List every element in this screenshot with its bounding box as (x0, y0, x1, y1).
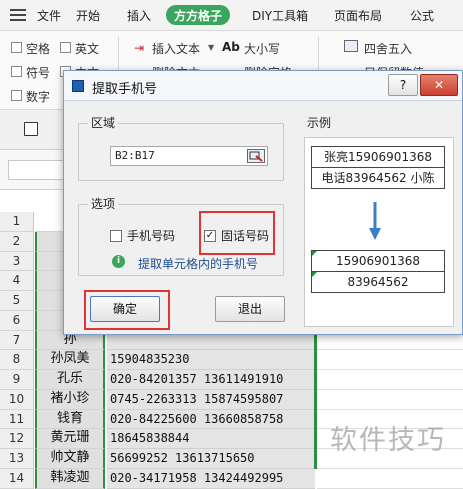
checkbox-number-label: 数字 (26, 90, 51, 104)
checkbox-number[interactable] (11, 90, 22, 101)
checkbox-space-label: 空格 (26, 42, 51, 56)
example-input-1: 张亮15906901368 (311, 146, 445, 168)
checkbox-english[interactable] (60, 42, 71, 53)
down-arrow-icon (367, 200, 383, 244)
tab-home[interactable]: 开始 (76, 7, 100, 24)
insert-text-icon: ⇥ (134, 41, 145, 55)
phone-cell[interactable]: 020-34171958 13424492995 (107, 468, 315, 489)
info-text: 提取单元格内的手机号 (138, 257, 259, 271)
watermark: 软件技巧 (330, 425, 446, 456)
cell-marker-icon (312, 251, 317, 256)
info-icon: i (112, 255, 125, 268)
row-header[interactable]: 14 (0, 468, 34, 489)
row-header[interactable]: 6 (0, 310, 34, 331)
example-input-2: 电话83964562 小陈 (311, 167, 445, 189)
phone-cell[interactable]: 020-84225600 13660858758 (107, 409, 315, 430)
name-cell[interactable]: 孔乐 (35, 370, 105, 390)
phone-cell[interactable]: 0745-2263313 15874595807 (107, 389, 315, 410)
tab-file[interactable]: 文件 (37, 7, 61, 24)
mobile-checkbox[interactable] (110, 230, 122, 242)
row-header[interactable]: 10 (0, 389, 34, 410)
save-icon[interactable] (24, 122, 38, 136)
range-value: B2:B17 (115, 149, 155, 162)
case-icon: Ab (222, 40, 240, 54)
phone-cell[interactable]: 18645838844 (107, 429, 315, 449)
phone-cell[interactable]: 56699252 13613715650 (107, 449, 315, 469)
name-cell[interactable]: 帅文静 (35, 449, 105, 469)
empty-cell[interactable] (317, 390, 463, 410)
tab-page-layout[interactable]: 页面布局 (334, 7, 382, 24)
insert-text-button[interactable]: 插入文本 (152, 40, 200, 57)
close-button[interactable]: ✕ (420, 74, 458, 96)
tab-diy-toolbox[interactable]: DIY工具箱 (252, 7, 308, 24)
checkbox-symbol[interactable] (11, 66, 22, 77)
options-label: 选项 (88, 195, 119, 212)
dropdown-arrow-icon: ▼ (208, 43, 215, 52)
row-header[interactable]: 1 (0, 212, 34, 232)
app-icon (72, 80, 84, 92)
range-select-icon[interactable] (247, 149, 265, 163)
row-header[interactable]: 13 (0, 449, 34, 469)
name-cell[interactable]: 孙凤美 (35, 350, 105, 370)
dialog-titlebar: 提取手机号 ? ✕ (64, 71, 462, 101)
row-header[interactable]: 4 (0, 271, 34, 291)
ribbon-tab-bar: 文件 开始 插入 方方格子 DIY工具箱 页面布局 公式 (0, 0, 463, 31)
tab-insert[interactable]: 插入 (127, 7, 151, 24)
name-cell[interactable]: 韩凌迦 (35, 468, 105, 489)
row-header[interactable]: 5 (0, 291, 34, 311)
exit-button[interactable]: 退出 (215, 296, 285, 322)
empty-cell[interactable] (317, 469, 463, 489)
name-cell[interactable]: 褚小珍 (35, 389, 105, 410)
example-label: 示例 (307, 116, 332, 130)
app-menu-icon[interactable] (10, 9, 26, 21)
region-label: 区域 (88, 114, 119, 131)
row-header[interactable]: 2 (0, 231, 34, 252)
ok-highlight (84, 290, 170, 330)
round-icon (344, 40, 358, 52)
empty-cell[interactable] (317, 370, 463, 390)
phone-cell[interactable]: 15904835230 (107, 350, 315, 370)
mobile-label: 手机号码 (127, 229, 176, 243)
row-header[interactable]: 7 (0, 330, 34, 351)
landline-highlight (199, 211, 275, 255)
cell-marker-icon (312, 272, 317, 277)
name-box[interactable] (8, 160, 68, 180)
row-header[interactable]: 8 (0, 350, 34, 370)
checkbox-english-label: 英文 (75, 42, 100, 56)
example-output-1: 15906901368 (311, 250, 445, 272)
help-button[interactable]: ? (388, 74, 418, 96)
checkbox-symbol-label: 符号 (26, 66, 51, 80)
range-input[interactable]: B2:B17 (110, 146, 268, 166)
phone-cell[interactable]: 020-84201357 13611491910 (107, 370, 315, 390)
case-button[interactable]: 大小写 (244, 40, 280, 57)
round-button[interactable]: 四舍五入 (364, 40, 412, 57)
name-cell[interactable]: 黄元珊 (35, 429, 105, 449)
tab-formulas[interactable]: 公式 (410, 7, 434, 24)
name-cell[interactable]: 钱育 (35, 409, 105, 430)
row-header[interactable]: 9 (0, 370, 34, 390)
tab-fangfang[interactable]: 方方格子 (166, 5, 231, 25)
example-panel: 张亮15906901368 电话83964562 小陈 15906901368 … (304, 137, 454, 327)
checkbox-space[interactable] (11, 42, 22, 53)
extract-phone-dialog: 提取手机号 ? ✕ 区域 B2:B17 选项 手机号码 ✓ 固话号码 i 提取单… (63, 70, 463, 335)
dialog-title: 提取手机号 (92, 82, 158, 97)
row-header[interactable]: 12 (0, 429, 34, 449)
example-output-2: 83964562 (311, 271, 445, 293)
empty-cell[interactable] (317, 350, 463, 370)
row-header[interactable]: 11 (0, 409, 34, 430)
row-header[interactable]: 3 (0, 251, 34, 272)
